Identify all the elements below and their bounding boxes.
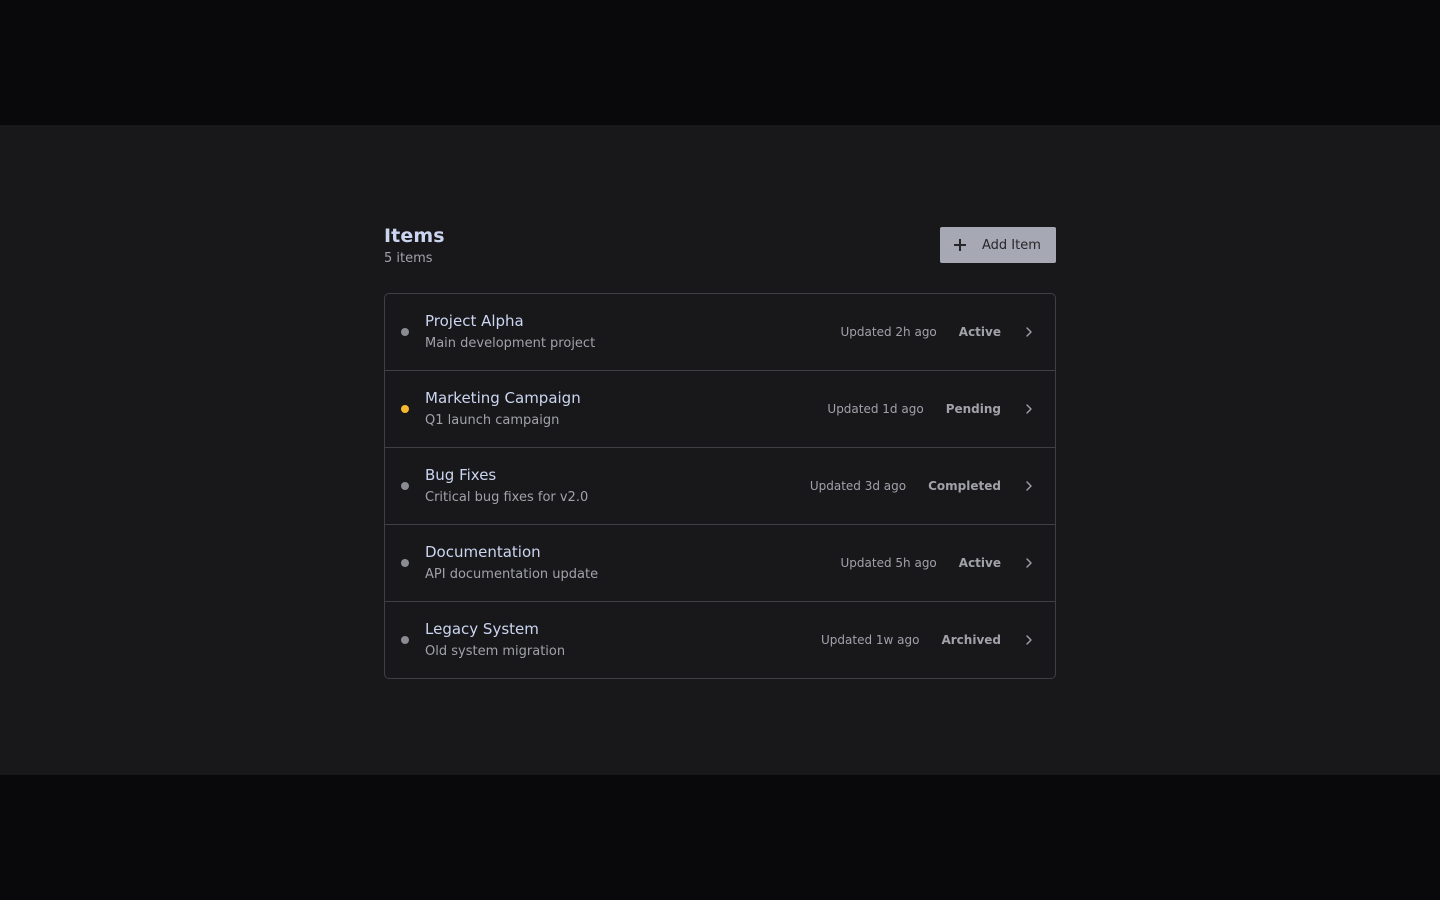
chevron-right-icon	[1026, 635, 1032, 645]
status-badge: Completed	[928, 479, 1001, 493]
page-title: Items	[384, 225, 445, 247]
list-item[interactable]: Legacy System Old system migration Updat…	[385, 602, 1055, 678]
items-panel: Items 5 items Add Item Project Alpha Mai…	[384, 224, 1056, 679]
chevron-right-icon	[1026, 558, 1032, 568]
item-name: Marketing Campaign	[425, 389, 581, 407]
status-badge: Pending	[945, 402, 1001, 416]
add-item-label: Add Item	[982, 237, 1041, 253]
item-count: 5 items	[384, 251, 433, 266]
items-header: Items 5 items Add Item	[384, 224, 1056, 293]
item-updated: Updated 2h ago	[840, 325, 937, 339]
status-badge: Archived	[941, 633, 1001, 647]
item-description: Main development project	[425, 336, 596, 351]
item-description: Old system migration	[425, 644, 566, 659]
item-name: Legacy System	[425, 620, 539, 638]
item-name: Bug Fixes	[425, 466, 497, 484]
status-dot	[401, 636, 409, 644]
add-item-button[interactable]: Add Item	[940, 227, 1056, 263]
status-badge: Active	[958, 556, 1001, 570]
plus-icon	[952, 237, 968, 253]
list-item[interactable]: Marketing Campaign Q1 launch campaign Up…	[385, 371, 1055, 448]
chevron-right-icon	[1026, 404, 1032, 414]
item-updated: Updated 5h ago	[840, 556, 937, 570]
list-item[interactable]: Project Alpha Main development project U…	[385, 294, 1055, 371]
item-updated: Updated 3d ago	[809, 479, 907, 493]
status-dot	[401, 328, 409, 336]
item-name: Project Alpha	[425, 312, 524, 330]
item-description: Critical bug fixes for v2.0	[425, 490, 589, 505]
list-item[interactable]: Bug Fixes Critical bug fixes for v2.0 Up…	[385, 448, 1055, 525]
status-dot	[401, 482, 409, 490]
item-description: Q1 launch campaign	[425, 413, 560, 428]
chevron-right-icon	[1026, 481, 1032, 491]
list-item[interactable]: Documentation API documentation update U…	[385, 525, 1055, 602]
item-updated: Updated 1d ago	[827, 402, 924, 416]
items-list: Project Alpha Main development project U…	[384, 293, 1056, 679]
chevron-right-icon	[1026, 327, 1032, 337]
status-badge: Active	[958, 325, 1001, 339]
status-dot	[401, 405, 409, 413]
item-description: API documentation update	[425, 567, 599, 582]
status-dot	[401, 559, 409, 567]
item-updated: Updated 1w ago	[821, 633, 920, 647]
item-name: Documentation	[425, 543, 541, 561]
